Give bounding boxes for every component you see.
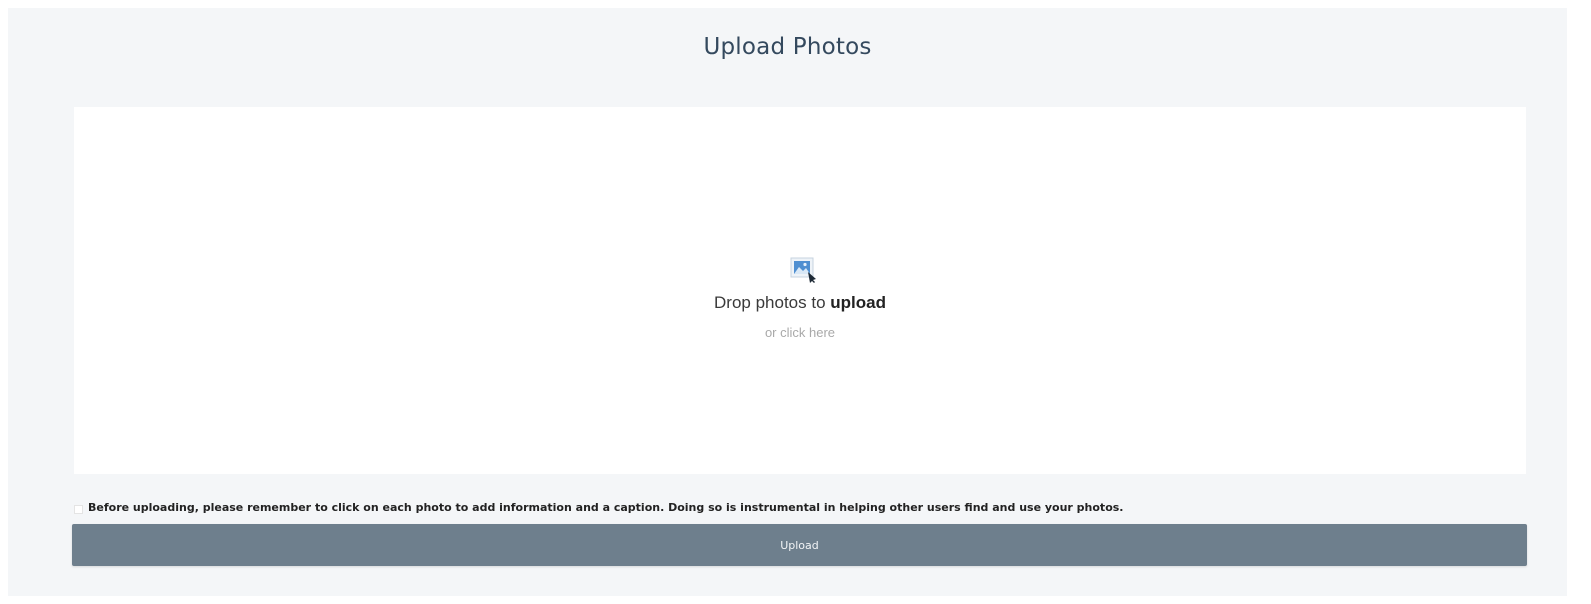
dropzone-instruction: Drop photos to upload bbox=[74, 293, 1526, 313]
dropzone-instruction-prefix: Drop photos to bbox=[714, 293, 831, 312]
dropzone-content: Drop photos to upload or click here bbox=[74, 257, 1526, 340]
notice-text: Before uploading, please remember to cli… bbox=[88, 500, 1124, 514]
notice-checkbox[interactable] bbox=[74, 504, 83, 514]
dropzone-instruction-emphasis: upload bbox=[830, 293, 886, 312]
dropzone-click-hint[interactable]: or click here bbox=[74, 325, 1526, 340]
image-upload-icon bbox=[790, 257, 818, 283]
upload-notice: Before uploading, please remember to cli… bbox=[74, 499, 1123, 515]
upload-button[interactable]: Upload bbox=[72, 524, 1527, 566]
photo-dropzone[interactable]: Drop photos to upload or click here bbox=[74, 107, 1526, 474]
upload-panel: Upload Photos Drop photos to upload or c… bbox=[8, 8, 1567, 596]
page-title: Upload Photos bbox=[703, 34, 872, 60]
